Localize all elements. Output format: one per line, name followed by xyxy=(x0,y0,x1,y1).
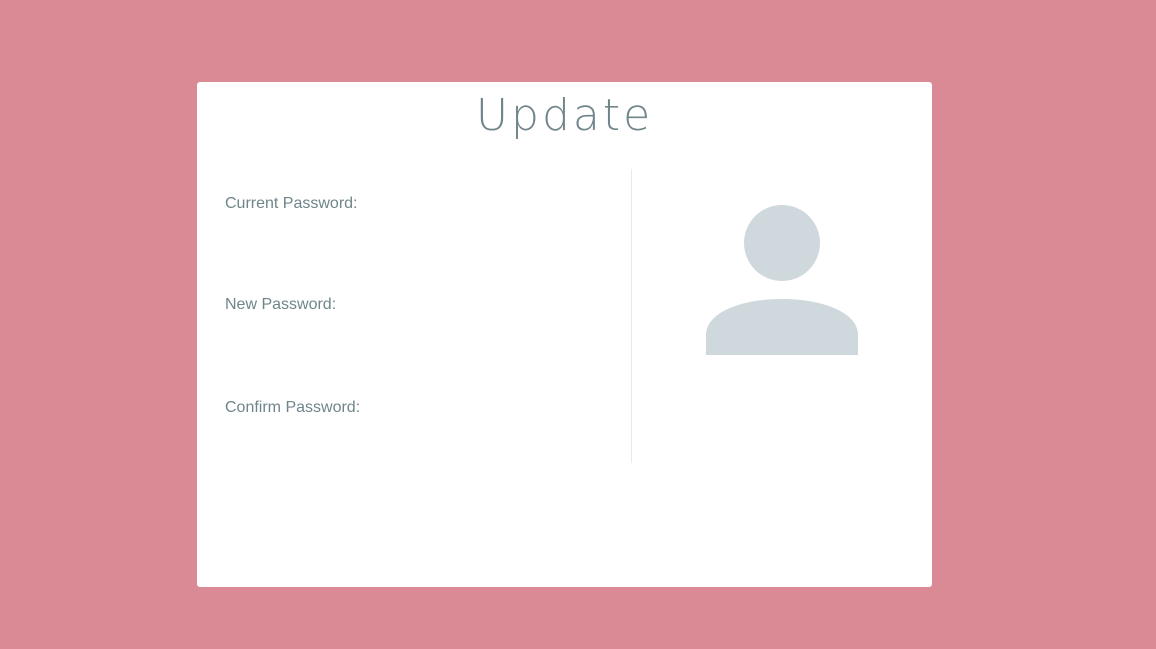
current-password-field: Current Password: xyxy=(225,194,605,250)
current-password-input[interactable] xyxy=(225,220,605,250)
user-placeholder-icon xyxy=(706,205,858,355)
avatar[interactable] xyxy=(706,205,858,357)
new-password-input[interactable] xyxy=(225,321,605,351)
page-title: Update xyxy=(475,90,654,141)
vertical-divider xyxy=(631,169,632,463)
new-password-field: New Password: xyxy=(225,295,605,351)
new-password-label: New Password: xyxy=(225,296,337,313)
confirm-password-input[interactable] xyxy=(225,424,605,454)
confirm-password-field: Confirm Password: xyxy=(225,398,605,454)
current-password-label: Current Password: xyxy=(225,195,358,212)
update-card: Update Current Password: New Password: C… xyxy=(197,82,932,587)
confirm-password-label: Confirm Password: xyxy=(225,399,361,416)
